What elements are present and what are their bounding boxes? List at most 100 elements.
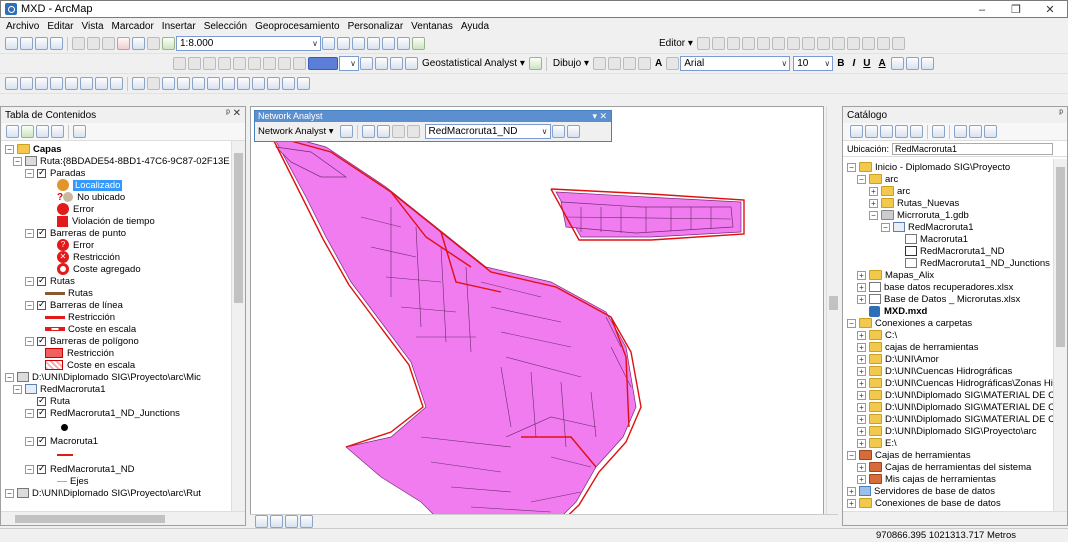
toc-options-icon[interactable] xyxy=(73,125,86,138)
map-canvas[interactable] xyxy=(251,107,824,526)
visibility-checkbox[interactable] xyxy=(37,435,46,446)
toc-item-paradas[interactable]: − Paradas xyxy=(25,167,85,179)
visibility-checkbox[interactable] xyxy=(37,275,46,286)
font-size-combo[interactable]: 10 xyxy=(793,56,834,71)
toc-symbol-restriccion-poligono[interactable]: Restricción xyxy=(45,347,114,359)
select-features-icon[interactable] xyxy=(132,77,145,90)
print-icon[interactable] xyxy=(50,37,63,50)
create-viewer-icon[interactable] xyxy=(297,77,310,90)
visibility-checkbox[interactable] xyxy=(37,395,46,406)
catalog-options-icon[interactable] xyxy=(984,125,997,138)
measure-icon[interactable] xyxy=(222,77,235,90)
back-arrow-icon[interactable] xyxy=(850,125,863,138)
cat-item-macroruta[interactable]: Macroruta1 xyxy=(905,233,968,245)
time-slider-icon[interactable] xyxy=(282,77,295,90)
toggle-draft-icon[interactable] xyxy=(360,57,373,70)
pause-drawing-icon[interactable] xyxy=(300,515,313,528)
cat-item-material-3[interactable]: + D:\UNI\Diplomado SIG\MATERIAL DE CL xyxy=(857,413,1053,425)
italic-button[interactable]: I xyxy=(852,58,855,69)
open-icon[interactable] xyxy=(20,37,33,50)
cat-item-rutas-nuevas[interactable]: + Rutas_Nuevas xyxy=(869,197,959,209)
network-identify-icon[interactable] xyxy=(566,125,580,138)
cat-item-base-recuperadores[interactable]: + base datos recuperadores.xlsx xyxy=(857,281,1013,293)
collapse-icon[interactable]: − xyxy=(25,300,34,310)
toc-symbol-error-barrier[interactable]: ? Error xyxy=(57,239,94,251)
rectangle-icon[interactable] xyxy=(638,57,651,70)
toc-horizontal-scrollbar[interactable] xyxy=(1,511,245,525)
undo-icon[interactable] xyxy=(132,37,145,50)
cat-item-microruta-gdb[interactable]: − Micrroruta_1.gdb xyxy=(869,209,969,221)
toc-item-rutas[interactable]: − Rutas xyxy=(25,275,75,287)
cat-item-conexiones-bd[interactable]: + Conexiones de base de datos xyxy=(847,497,1001,509)
map-view[interactable] xyxy=(250,106,824,526)
map-vertical-scrollbar[interactable] xyxy=(826,106,840,514)
visibility-checkbox[interactable] xyxy=(37,335,46,346)
toc-symbol-coste-agregado[interactable]: Coste agregado xyxy=(57,263,141,275)
font-color-button[interactable]: A xyxy=(878,58,885,69)
text-tool-icon[interactable]: A xyxy=(655,58,662,69)
toc-symbol-no-ubicado[interactable]: ? No ubicado xyxy=(57,191,125,203)
toc-item-barreras-punto[interactable]: − Barreras de punto xyxy=(25,227,126,239)
list-by-source-icon[interactable] xyxy=(21,125,34,138)
toc-vertical-scrollbar[interactable] xyxy=(231,141,245,511)
zoom-percent-icon[interactable] xyxy=(308,57,338,70)
rotate-icon[interactable] xyxy=(846,37,860,50)
collapse-icon[interactable]: − xyxy=(13,384,22,394)
font-combo[interactable]: Arial xyxy=(680,56,791,71)
bold-button[interactable]: B xyxy=(837,58,844,69)
new-folder-icon[interactable] xyxy=(954,125,967,138)
cat-item-material-1[interactable]: + D:\UNI\Diplomado SIG\MATERIAL DE CL xyxy=(857,389,1053,401)
toc-symbol-coste-escala-poligono[interactable]: Coste en escala xyxy=(45,359,135,371)
network-analyst-menu[interactable]: Network Analyst ▾ xyxy=(258,126,334,137)
editor-menu[interactable]: Editor ▾ xyxy=(659,38,693,49)
collapse-icon[interactable]: − xyxy=(25,336,34,346)
toc-item-capas[interactable]: − Capas xyxy=(5,143,62,155)
endpoint-arc-icon[interactable] xyxy=(741,37,755,50)
collapse-icon[interactable]: − xyxy=(25,276,34,286)
fixed-zoom-out-icon[interactable] xyxy=(263,57,276,70)
catalog-window-icon[interactable] xyxy=(352,37,365,50)
menu-ayuda[interactable]: Ayuda xyxy=(461,21,489,32)
visibility-checkbox[interactable] xyxy=(37,299,46,310)
cat-item-material-2[interactable]: + D:\UNI\Diplomado SIG\MATERIAL DE CL xyxy=(857,401,1053,413)
list-by-visibility-icon[interactable] xyxy=(36,125,49,138)
collapse-icon[interactable]: − xyxy=(25,408,34,418)
collapse-icon[interactable]: − xyxy=(5,488,14,498)
edit-annotation-icon[interactable] xyxy=(711,37,725,50)
cut-polygons-icon[interactable] xyxy=(816,37,830,50)
zoom-selected-elements-icon[interactable] xyxy=(623,57,636,70)
forward-extent-icon[interactable] xyxy=(293,57,306,70)
cat-item-e[interactable]: + E:\ xyxy=(857,437,897,449)
delete-icon[interactable] xyxy=(117,37,130,50)
home-icon[interactable] xyxy=(895,125,908,138)
fill-color-icon[interactable] xyxy=(890,57,904,70)
sketch-properties-icon[interactable] xyxy=(876,37,890,50)
zoom-out-icon[interactable] xyxy=(20,77,33,90)
model-builder-icon[interactable] xyxy=(412,37,425,50)
catalog-pin[interactable]: ᵖ xyxy=(1059,108,1063,119)
copy-icon[interactable] xyxy=(87,37,100,50)
menu-ventanas[interactable]: Ventanas xyxy=(411,21,453,32)
visibility-checkbox[interactable] xyxy=(37,227,46,238)
cat-item-servidores[interactable]: + Servidores de base de datos xyxy=(847,485,995,497)
toc-symbol-coste-escala-linea[interactable]: Coste en escala xyxy=(45,323,136,335)
toc-item-path-mic[interactable]: − D:\UNI\Diplomado SIG\Proyecto\arc\Mic xyxy=(5,371,201,383)
menu-insertar[interactable]: Insertar xyxy=(162,21,196,32)
toc-symbol-restriccion-linea[interactable]: Restricción xyxy=(45,311,115,323)
back-extent-icon[interactable] xyxy=(278,57,291,70)
collapse-icon[interactable]: − xyxy=(25,228,34,238)
network-dataset-combo[interactable]: RedMacroruta1_ND xyxy=(424,124,551,139)
line-color-icon[interactable] xyxy=(905,57,919,70)
toc-symbol-violacion[interactable]: Violación de tiempo xyxy=(57,215,155,227)
dibujo-menu[interactable]: Dibujo ▾ xyxy=(553,58,589,69)
zoom-whole-page-icon[interactable] xyxy=(218,57,231,70)
edit-tool-icon[interactable] xyxy=(696,37,710,50)
scale-combo[interactable]: 1:8.000 xyxy=(176,36,321,51)
cat-item-mapas[interactable]: + Mapas_Alix xyxy=(857,269,934,281)
cat-item-cuencas[interactable]: + D:\UNI\Cuencas Hidrográficas xyxy=(857,365,1012,377)
pan-icon[interactable] xyxy=(35,77,48,90)
underline-button[interactable]: U xyxy=(863,58,870,69)
cat-item-cajas[interactable]: + cajas de herramientas xyxy=(857,341,978,353)
edit-vertices-icon[interactable] xyxy=(786,37,800,50)
menu-vista[interactable]: Vista xyxy=(81,21,103,32)
